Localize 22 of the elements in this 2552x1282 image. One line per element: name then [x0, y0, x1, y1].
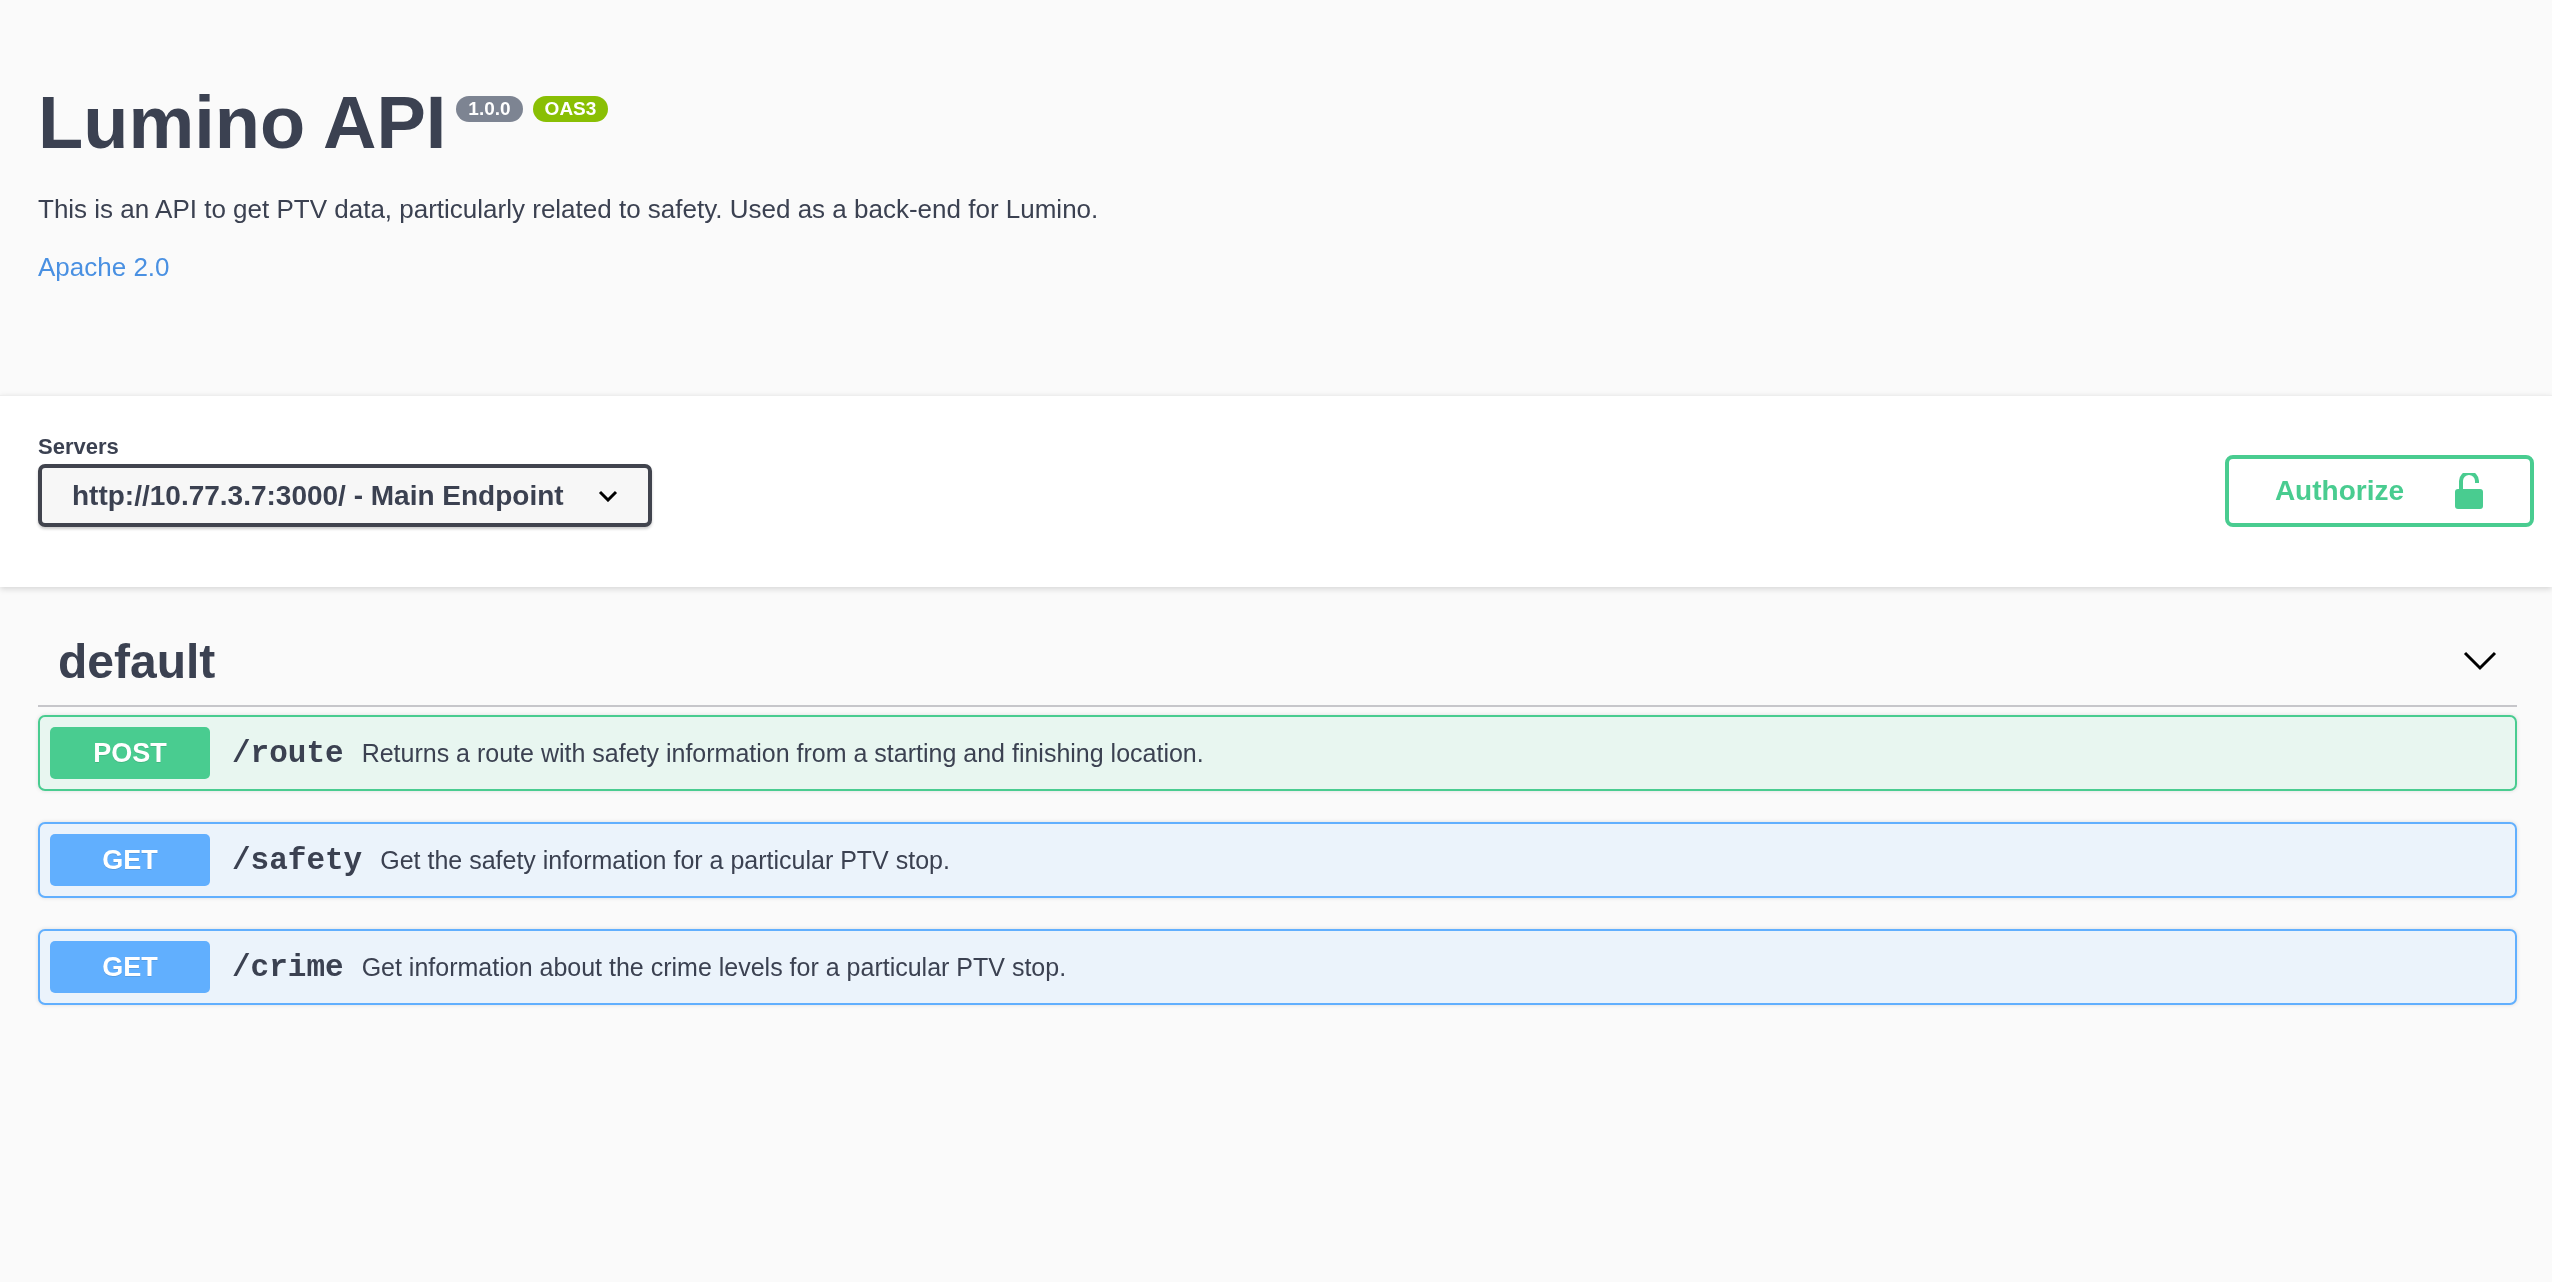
server-dropdown[interactable]: http://10.77.3.7:3000/ - Main Endpoint: [38, 464, 652, 527]
chevron-down-icon: [597, 489, 618, 502]
endpoint-path: /safety: [232, 842, 363, 878]
tag-header[interactable]: default: [38, 617, 2517, 707]
operation-summary: Returns a route with safety information from a starting and finishing location.: [361, 738, 1204, 768]
operation-summary: Get information about the crime levels for a particular PTV stop.: [361, 952, 1067, 982]
operation-bar[interactable]: GET /safety Get the safety information for a particular PTV stop.: [38, 822, 2517, 898]
api-title: Lumino API: [38, 80, 447, 166]
operation-bar[interactable]: POST /route Returns a route with safety information from a starting and finishing location.: [38, 715, 2517, 791]
method-badge: GET: [50, 941, 210, 993]
version-badge: 1.0.0: [456, 96, 523, 122]
operation-summary: Get the safety information for a particular PTV stop.: [380, 845, 950, 875]
chevron-down-icon[interactable]: [2463, 651, 2497, 671]
spec-badge: OAS3: [532, 96, 609, 122]
method-badge: POST: [50, 727, 210, 779]
endpoint-path: /crime: [232, 949, 344, 985]
endpoint-path: /route: [232, 735, 344, 771]
servers-label: Servers: [38, 434, 119, 460]
api-description: This is an API to get PTV data, particularly related to safety. Used as a back-end for Lumino.: [38, 193, 1100, 226]
tag-title: default: [58, 633, 216, 689]
method-badge: GET: [50, 834, 210, 886]
operation-bar[interactable]: GET /crime Get information about the crime levels for a particular PTV stop.: [38, 929, 2517, 1005]
